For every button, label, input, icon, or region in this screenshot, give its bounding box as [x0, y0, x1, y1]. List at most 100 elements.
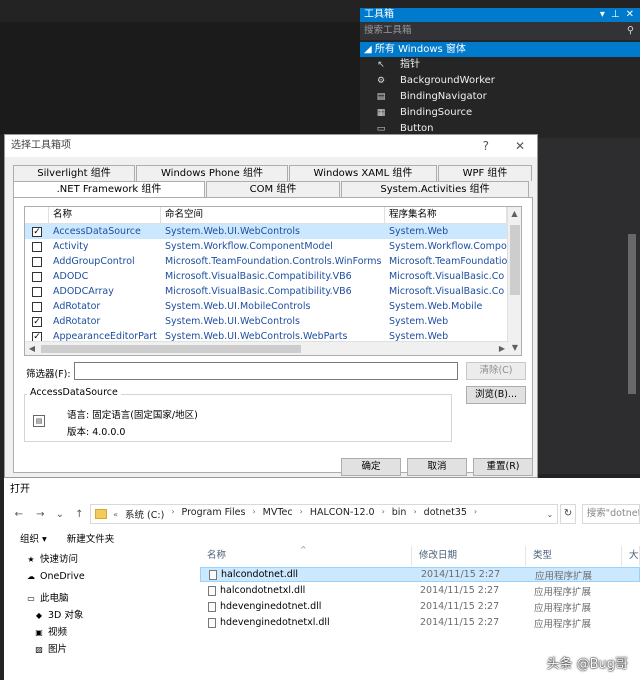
- filter-input[interactable]: [74, 362, 458, 380]
- tab-dotnet-framework[interactable]: .NET Framework 组件: [13, 181, 205, 198]
- nav-item[interactable]: ☁ OneDrive: [4, 569, 180, 585]
- scroll-up-icon[interactable]: ▲: [508, 207, 521, 221]
- button-icon: ▭: [376, 124, 386, 134]
- checkbox[interactable]: [32, 271, 42, 282]
- toolbox-panel: 工具箱 ▾ ⊥ ✕ 搜索工具箱 ⚲ ◢ 所有 Windows 窗体 ↖ 指针 ⚙ Ba…: [360, 8, 640, 138]
- search-icon[interactable]: ⚲: [627, 22, 640, 40]
- list-item[interactable]: ADODC Microsoft.VisualBasic.Compatibility…: [25, 269, 521, 284]
- file-date: 2014/11/15 2:27: [420, 585, 500, 596]
- breadcrumb-item[interactable]: Program Files: [182, 507, 246, 521]
- browse-button[interactable]: 浏览(B)...: [466, 386, 526, 404]
- toolbox-item[interactable]: ▦ BindingSource: [360, 105, 640, 121]
- list-vertical-scrollbar[interactable]: ▲ ▼: [507, 207, 521, 355]
- scroll-thumb-horizontal[interactable]: [41, 345, 301, 353]
- close-icon[interactable]: ✕: [515, 135, 525, 157]
- breadcrumb-item[interactable]: MVTec: [263, 507, 293, 521]
- help-icon[interactable]: ?: [483, 135, 489, 157]
- file-row[interactable]: halcondotnet.dll 2014/11/15 2:27 应用程序扩展: [200, 567, 640, 582]
- reset-button[interactable]: 重置(R): [473, 458, 533, 476]
- address-dropdown-icon[interactable]: ⌄: [547, 510, 554, 519]
- ok-button[interactable]: 确定: [341, 458, 401, 476]
- tabs-row-1: Silverlight 组件 Windows Phone 组件 Windows …: [13, 165, 533, 181]
- checkbox[interactable]: [32, 256, 42, 267]
- list-item[interactable]: ✓ AccessDataSource System.Web.UI.WebContro…: [25, 224, 521, 239]
- nav-item[interactable]: ▭ 此电脑: [4, 591, 180, 607]
- vs-scrollbar-thumb[interactable]: [628, 234, 636, 394]
- breadcrumb-overflow[interactable]: «: [113, 510, 118, 519]
- tab-windows-phone[interactable]: Windows Phone 组件: [136, 165, 288, 181]
- list-item[interactable]: AdRotator System.Web.UI.MobileControls Sys…: [25, 299, 521, 314]
- nav-item[interactable]: ▨ 图片: [4, 642, 180, 658]
- dropdown-icon[interactable]: ▾: [600, 8, 605, 22]
- file-search-input[interactable]: 搜索"dotnet: [581, 504, 640, 524]
- up-icon[interactable]: ↑: [73, 509, 87, 520]
- tab-com[interactable]: COM 组件: [206, 181, 340, 197]
- list-item[interactable]: ✓ AdRotator System.Web.UI.WebControls Syste…: [25, 314, 521, 329]
- checkbox[interactable]: [32, 301, 42, 312]
- breadcrumb-item[interactable]: bin: [392, 507, 407, 521]
- header-size[interactable]: 大小: [622, 546, 640, 566]
- details-title: AccessDataSource: [27, 387, 121, 398]
- chevron-right-icon[interactable]: ›: [171, 507, 174, 521]
- cancel-button[interactable]: 取消: [407, 458, 467, 476]
- list-item[interactable]: Activity System.Workflow.ComponentModel Sy…: [25, 239, 521, 254]
- file-row[interactable]: hdevenginedotnetxl.dll 2014/11/15 2:27 应用程…: [200, 615, 640, 630]
- chevron-right-icon[interactable]: ›: [382, 507, 385, 521]
- new-folder-button[interactable]: 新建文件夹: [67, 531, 115, 545]
- pin-icon[interactable]: ⊥: [611, 8, 620, 22]
- chevron-right-icon[interactable]: ›: [252, 507, 255, 521]
- header-namespace[interactable]: 命名空间: [161, 207, 385, 223]
- breadcrumb-item[interactable]: HALCON-12.0: [310, 507, 375, 521]
- tab-wpf[interactable]: WPF 组件: [438, 165, 532, 181]
- checkbox[interactable]: ✓: [32, 226, 42, 237]
- address-box[interactable]: « 系统 (C:) › Program Files › MVTec › HALCON-12.…: [90, 504, 559, 524]
- refresh-icon[interactable]: ↻: [560, 504, 576, 524]
- tab-silverlight[interactable]: Silverlight 组件: [13, 165, 135, 181]
- toolbox-group-all-windows-forms[interactable]: ◢ 所有 Windows 窗体: [360, 42, 640, 57]
- nav-item[interactable]: ★ 快速访问: [4, 552, 180, 568]
- close-icon[interactable]: ✕: [626, 8, 634, 22]
- breadcrumb-item[interactable]: 系统 (C:): [125, 507, 164, 521]
- header-checkbox-column[interactable]: [25, 207, 49, 223]
- toolbox-item[interactable]: ↖ 指针: [360, 57, 640, 73]
- recent-dropdown-icon[interactable]: ⌄: [53, 509, 67, 520]
- list-item[interactable]: ADODCArray Microsoft.VisualBasic.Compatib…: [25, 284, 521, 299]
- toolbox-item[interactable]: ⚙ BackgroundWorker: [360, 73, 640, 89]
- file-row[interactable]: halcondotnetxl.dll 2014/11/15 2:27 应用程序扩展: [200, 583, 640, 598]
- header-type[interactable]: 类型: [526, 546, 622, 566]
- scroll-right-icon[interactable]: ▶: [495, 342, 509, 355]
- file-type: 应用程序扩展: [535, 570, 593, 582]
- tab-windows-xaml[interactable]: Windows XAML 组件: [289, 165, 437, 181]
- scroll-left-icon[interactable]: ◀: [25, 342, 39, 355]
- organize-button[interactable]: 组织 ▾: [20, 531, 47, 545]
- clear-button[interactable]: 清除(C): [466, 362, 526, 380]
- chevron-right-icon[interactable]: ›: [413, 507, 416, 521]
- toolbox-search-input[interactable]: 搜索工具箱 ⚲: [360, 22, 640, 40]
- checkbox[interactable]: [32, 241, 42, 252]
- nav-item[interactable]: ◆ 3D 对象: [4, 608, 180, 624]
- header-name[interactable]: 名称: [49, 207, 161, 223]
- component-namespace: System.Workflow.ComponentModel: [165, 241, 333, 252]
- nav-item[interactable]: ▣ 视频: [4, 625, 180, 641]
- list-item[interactable]: AddGroupControl Microsoft.TeamFoundation.…: [25, 254, 521, 269]
- forward-icon[interactable]: →: [34, 509, 48, 520]
- toolbox-item-label: BindingSource: [400, 107, 473, 118]
- scroll-thumb[interactable]: [510, 225, 520, 295]
- chevron-right-icon[interactable]: ›: [300, 507, 303, 521]
- chevron-right-icon[interactable]: ›: [474, 507, 477, 521]
- star-icon: ★: [27, 555, 35, 564]
- list-horizontal-scrollbar[interactable]: ◀ ▶: [25, 341, 509, 355]
- checkbox[interactable]: ✓: [32, 316, 42, 327]
- tab-system-activities[interactable]: System.Activities 组件: [341, 181, 529, 197]
- breadcrumb-item[interactable]: dotnet35: [424, 507, 467, 521]
- back-icon[interactable]: ←: [12, 509, 26, 520]
- file-type: 应用程序扩展: [534, 602, 592, 614]
- file-row[interactable]: hdevenginedotnet.dll 2014/11/15 2:27 应用程序扩…: [200, 599, 640, 614]
- header-modified-date[interactable]: 修改日期: [412, 546, 526, 566]
- vs-side-panel: [536, 134, 640, 474]
- toolbox-item[interactable]: ▤ BindingNavigator: [360, 89, 640, 105]
- checkbox[interactable]: ✓: [32, 331, 42, 342]
- header-assembly[interactable]: 程序集名称: [385, 207, 507, 223]
- checkbox[interactable]: [32, 286, 42, 297]
- scroll-down-icon[interactable]: ▼: [508, 341, 521, 355]
